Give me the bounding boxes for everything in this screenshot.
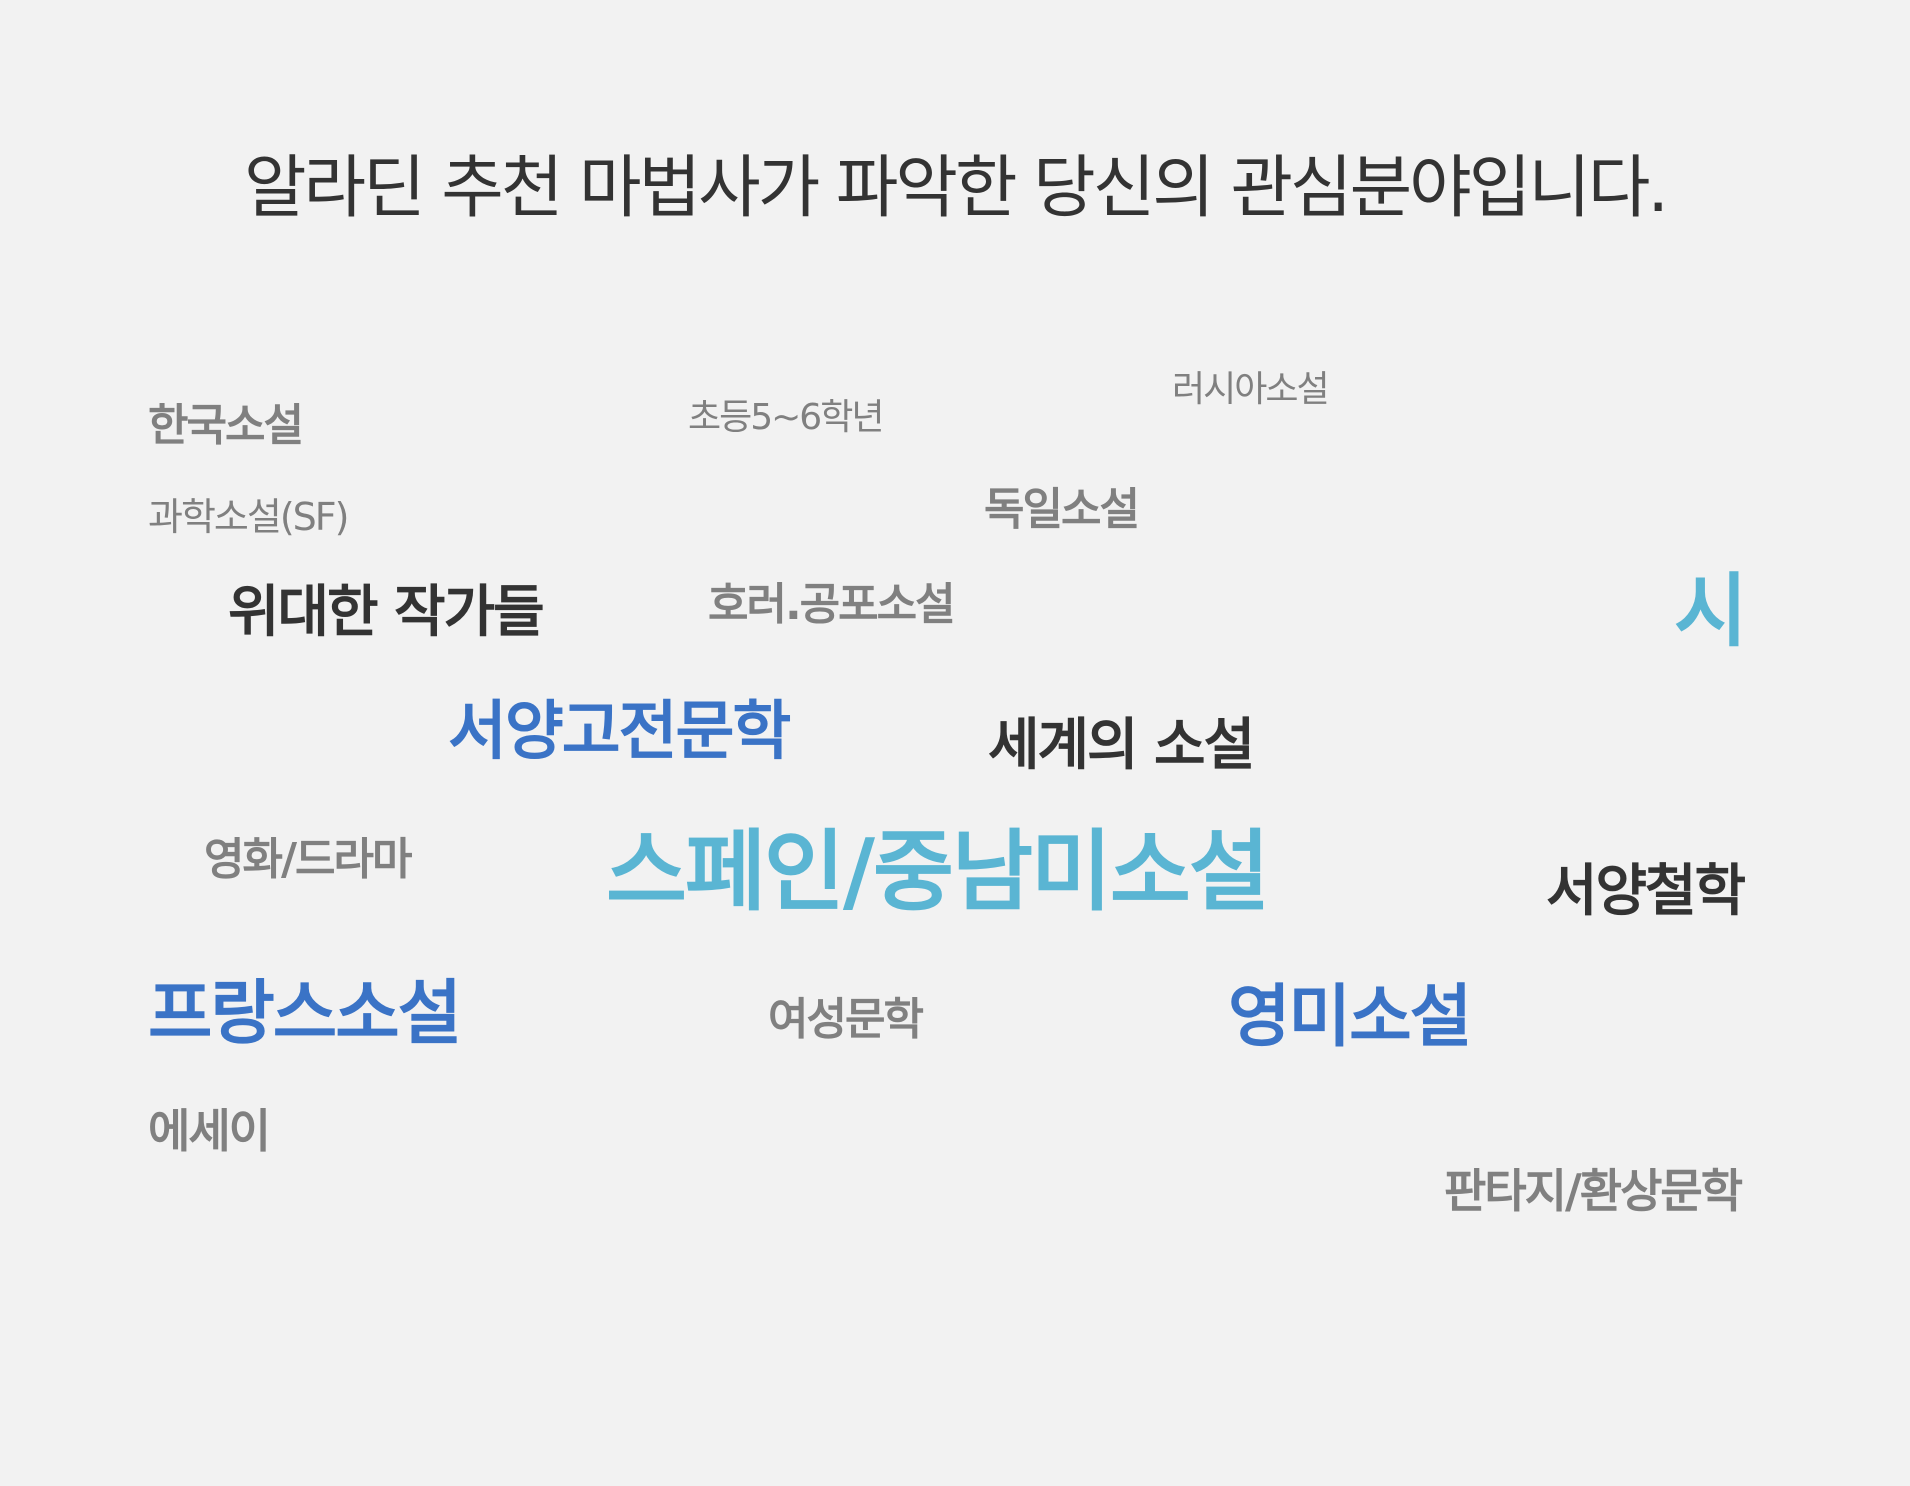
tag-great-authors[interactable]: 위대한 작가들 xyxy=(228,585,545,641)
tag-fantasy-literature[interactable]: 판타지/환상문학 xyxy=(1444,1168,1743,1214)
tag-western-philosophy[interactable]: 서양철학 xyxy=(1546,864,1746,920)
tag-poetry[interactable]: 시 xyxy=(1674,572,1748,652)
tag-korean-novel[interactable]: 한국소설 xyxy=(148,404,304,448)
tag-essay[interactable]: 에세이 xyxy=(148,1108,271,1154)
tag-elementary-grade-5-6[interactable]: 초등5~6학년 xyxy=(688,400,884,436)
tag-russian-novel[interactable]: 러시아소설 xyxy=(1172,372,1330,408)
tag-german-novel[interactable]: 독일소설 xyxy=(984,488,1140,532)
tag-film-drama[interactable]: 영화/드라마 xyxy=(204,838,412,882)
tag-western-classic-literature[interactable]: 서양고전문학 xyxy=(448,700,791,764)
tag-horror-novel[interactable]: 호러.공포소설 xyxy=(708,583,956,627)
tag-spanish-latin-american-novel[interactable]: 스페인/중남미소설 xyxy=(606,828,1270,916)
interest-tag-cloud: 한국소설 초등5~6학년 러시아소설 과학소설(SF) 독일소설 위대한 작가들… xyxy=(0,0,1910,1486)
tag-womens-literature[interactable]: 여성문학 xyxy=(768,998,924,1042)
tag-french-novel[interactable]: 프랑스소설 xyxy=(148,978,462,1048)
tag-english-american-novel[interactable]: 영미소설 xyxy=(1228,984,1472,1052)
tag-science-fiction[interactable]: 과학소설(SF) xyxy=(148,498,349,536)
tag-world-novel[interactable]: 세계의 소설 xyxy=(988,718,1255,774)
